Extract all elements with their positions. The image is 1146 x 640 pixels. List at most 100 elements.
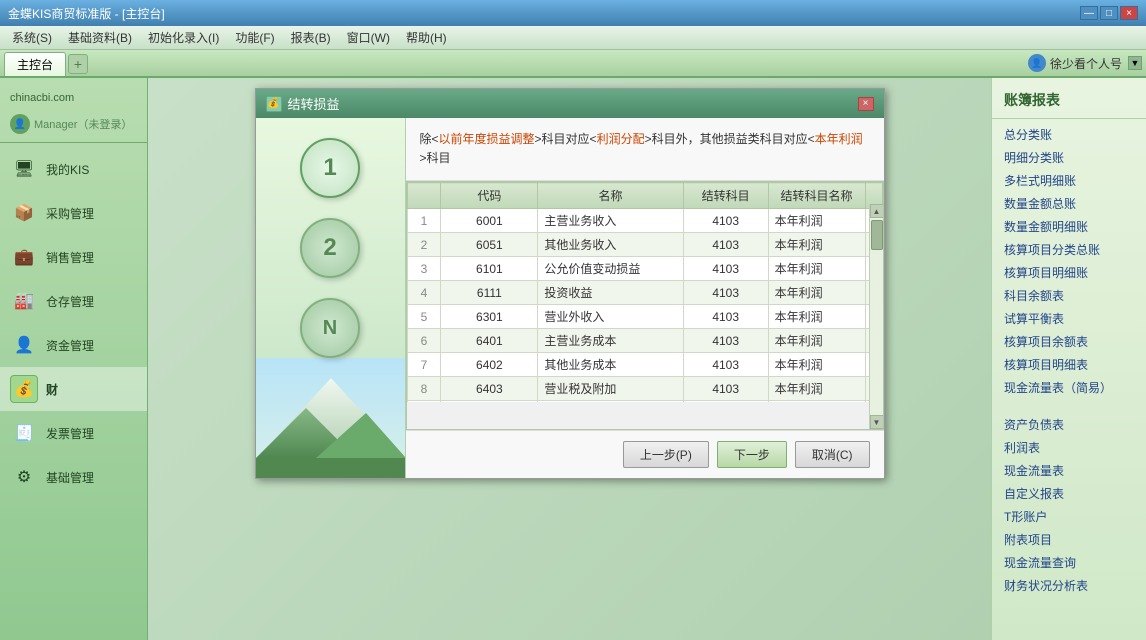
dialog-close-button[interactable]: × xyxy=(858,97,874,111)
sidebar-item-warehouse[interactable]: 🏭 仓存管理 xyxy=(0,279,147,323)
link-project-balance[interactable]: 核算项目余额表 xyxy=(992,330,1146,353)
link-cashflow[interactable]: 现金流量表 xyxy=(992,459,1146,482)
purchase-icon: 📦 xyxy=(10,199,38,227)
cell-target-name: 本年利润 xyxy=(768,377,865,401)
invoice-icon: 🧾 xyxy=(10,419,38,447)
cell-name: 主营业务收入 xyxy=(538,209,683,233)
minimize-button[interactable]: — xyxy=(1080,6,1098,20)
link-project-detail-table[interactable]: 核算项目明细表 xyxy=(992,353,1146,376)
cell-target: 4103 xyxy=(683,209,768,233)
sidebar-item-mykis[interactable]: 🖥 我的KIS xyxy=(0,147,147,191)
menu-system[interactable]: 系统(S) xyxy=(4,27,60,48)
dialog-title-bar: 💰 结转损益 × xyxy=(256,89,884,118)
warehouse-icon: 🏭 xyxy=(10,287,38,315)
link-cashflow-query[interactable]: 现金流量查询 xyxy=(992,551,1146,574)
cell-num: 5 xyxy=(407,305,441,329)
user-avatar-icon: 👤 xyxy=(1028,54,1046,72)
cell-target: 4103 xyxy=(683,305,768,329)
link-t-account[interactable]: T形账户 xyxy=(992,505,1146,528)
cell-code: 6051 xyxy=(441,233,538,257)
link-financial-analysis[interactable]: 财务状况分析表 xyxy=(992,574,1146,597)
menu-report[interactable]: 报表(B) xyxy=(283,27,339,48)
mountain-decoration xyxy=(256,358,406,478)
sidebar-item-mykis-label: 我的KIS xyxy=(46,161,89,178)
link-project-category[interactable]: 核算项目分类总账 xyxy=(992,238,1146,261)
cell-code: 6403 xyxy=(441,377,538,401)
link-project-detail[interactable]: 核算项目明细账 xyxy=(992,261,1146,284)
cell-target-name: 本年利润 xyxy=(768,209,865,233)
cell-target: 4103 xyxy=(683,377,768,401)
scroll-up-button[interactable]: ▲ xyxy=(870,204,884,218)
menu-init[interactable]: 初始化录入(I) xyxy=(140,27,227,48)
menu-window[interactable]: 窗口(W) xyxy=(339,27,398,48)
link-trial-balance[interactable]: 试算平衡表 xyxy=(992,307,1146,330)
tab-add-button[interactable]: + xyxy=(68,54,88,74)
link-general-ledger[interactable]: 总分类账 xyxy=(992,123,1146,146)
cell-target: 4103 xyxy=(683,329,768,353)
cancel-button[interactable]: 取消(C) xyxy=(795,441,870,468)
cell-target-name: 本年利润 xyxy=(768,281,865,305)
mykis-icon: 🖥 xyxy=(10,155,38,183)
link-income-statement[interactable]: 利润表 xyxy=(992,436,1146,459)
right-panel: 账簿报表 总分类账 明细分类账 多栏式明细账 数量金额总账 数量金额明细账 核算… xyxy=(991,78,1146,640)
link-balance[interactable]: 科目余额表 xyxy=(992,284,1146,307)
sidebar: chinacbi.com 👤 Manager（未登录） 🖥 我的KIS 📦 采购… xyxy=(0,78,148,640)
col-num xyxy=(407,183,441,209)
link-qty-amount-total[interactable]: 数量金额总账 xyxy=(992,192,1146,215)
step-1-circle: 1 xyxy=(300,138,360,198)
menu-function[interactable]: 功能(F) xyxy=(227,27,282,48)
scroll-thumb[interactable] xyxy=(871,220,883,250)
sidebar-item-basic[interactable]: ⚙ 基础管理 xyxy=(0,455,147,499)
dialog-main-content: 除<以前年度损益调整>科目对应<利润分配>科目外，其他损益类科目对应<本年利润>… xyxy=(406,118,884,478)
sidebar-user: 👤 Manager（未登录） xyxy=(0,110,147,138)
menu-help[interactable]: 帮助(H) xyxy=(398,27,455,48)
link-appendix[interactable]: 附表项目 xyxy=(992,528,1146,551)
cell-num: 9 xyxy=(407,401,441,403)
cell-num: 1 xyxy=(407,209,441,233)
link-qty-amount-detail[interactable]: 数量金额明细账 xyxy=(992,215,1146,238)
link-custom-report[interactable]: 自定义报表 xyxy=(992,482,1146,505)
table-row: 6 6401 主营业务成本 4103 本年利润 xyxy=(407,329,882,353)
maximize-button[interactable]: □ xyxy=(1100,6,1118,20)
col-target-name: 结转科目名称 xyxy=(768,183,865,209)
link-multicolumn[interactable]: 多栏式明细账 xyxy=(992,169,1146,192)
table-row: 7 6402 其他业务成本 4103 本年利润 xyxy=(407,353,882,377)
cell-target-name: 本年利润 xyxy=(768,353,865,377)
cell-target: 4103 xyxy=(683,353,768,377)
cell-code: 6111 xyxy=(441,281,538,305)
link-balance-sheet[interactable]: 资产负债表 xyxy=(992,413,1146,436)
cell-name: 其他业务成本 xyxy=(538,353,683,377)
col-target: 结转科目 xyxy=(683,183,768,209)
cell-num: 7 xyxy=(407,353,441,377)
sidebar-item-finance-label: 资金管理 xyxy=(46,337,94,354)
link-detail-ledger[interactable]: 明细分类账 xyxy=(992,146,1146,169)
prev-button[interactable]: 上一步(P) xyxy=(623,441,709,468)
dialog-transfer-profit: 💰 结转损益 × xyxy=(255,88,885,479)
accounting-icon: 💰 xyxy=(10,375,38,403)
link-cashflow-simple[interactable]: 现金流量表（简易） xyxy=(992,376,1146,399)
sidebar-item-accounting[interactable]: 💰 财 xyxy=(0,367,147,411)
user-dropdown-button[interactable]: ▼ xyxy=(1128,56,1142,70)
window-title: 金蝶KIS商贸标准版 - [主控台] xyxy=(8,5,1080,22)
table-scroll-area[interactable]: 代码 名称 结转科目 结转科目名称 1 6001 主营业务收入 xyxy=(407,182,883,402)
sidebar-item-sales[interactable]: 💼 销售管理 xyxy=(0,235,147,279)
cell-code: 6101 xyxy=(441,257,538,281)
sales-icon: 💼 xyxy=(10,243,38,271)
sidebar-item-purchase[interactable]: 📦 采购管理 xyxy=(0,191,147,235)
sidebar-item-invoice[interactable]: 🧾 发票管理 xyxy=(0,411,147,455)
close-button[interactable]: × xyxy=(1120,6,1138,20)
cell-name: 销售费用 xyxy=(538,401,683,403)
menu-bar: 系统(S) 基础资料(B) 初始化录入(I) 功能(F) 报表(B) 窗口(W)… xyxy=(0,26,1146,50)
table-scrollbar[interactable]: ▲ ▼ xyxy=(869,204,883,429)
menu-basic-data[interactable]: 基础资料(B) xyxy=(60,27,140,48)
cell-code: 6001 xyxy=(441,209,538,233)
sidebar-item-finance[interactable]: 👤 资金管理 xyxy=(0,323,147,367)
sidebar-item-purchase-label: 采购管理 xyxy=(46,205,94,222)
scroll-down-button[interactable]: ▼ xyxy=(870,415,884,429)
cell-target-name: 本年利润 xyxy=(768,329,865,353)
dialog-description: 除<以前年度损益调整>科目对应<利润分配>科目外，其他损益类科目对应<本年利润>… xyxy=(406,118,884,181)
tab-main-console[interactable]: 主控台 xyxy=(4,52,66,76)
next-button[interactable]: 下一步 xyxy=(717,441,787,468)
table-row: 5 6301 营业外收入 4103 本年利润 xyxy=(407,305,882,329)
col-code: 代码 xyxy=(441,183,538,209)
